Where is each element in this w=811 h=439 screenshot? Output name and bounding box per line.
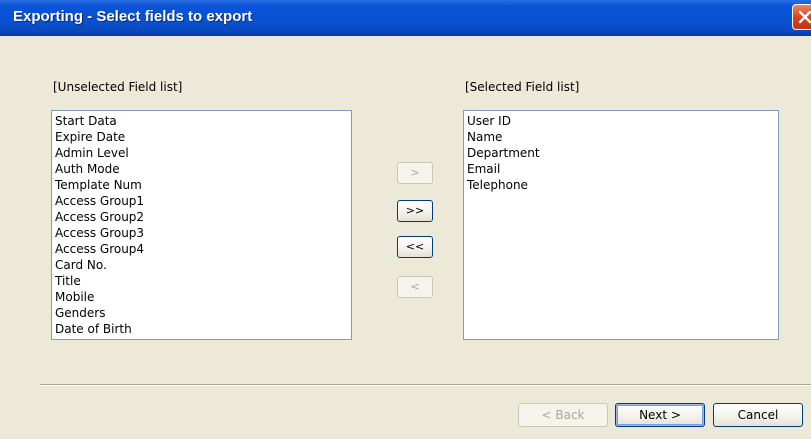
list-item[interactable]: Access Group3	[55, 225, 348, 241]
next-button[interactable]: Next >	[615, 403, 705, 427]
remove-field-button[interactable]: <	[397, 276, 433, 298]
unselected-field-list[interactable]: Start Data Expire Date Admin Level Auth Mod…	[51, 110, 352, 340]
list-item[interactable]: Date of Birth	[55, 321, 348, 337]
list-item[interactable]: Email	[467, 161, 775, 177]
list-item[interactable]: Card No.	[55, 257, 348, 273]
list-item[interactable]: Title	[55, 273, 348, 289]
list-item[interactable]: User ID	[467, 113, 775, 129]
footer-separator	[40, 384, 811, 386]
list-item[interactable]: Name	[467, 129, 775, 145]
close-icon	[798, 10, 811, 24]
back-button[interactable]: < Back	[518, 403, 608, 427]
list-item[interactable]: Mobile	[55, 289, 348, 305]
add-field-button[interactable]: >	[397, 162, 433, 184]
list-item[interactable]: Auth Mode	[55, 161, 348, 177]
list-item[interactable]: Template Num	[55, 177, 348, 193]
list-item[interactable]: Start Data	[55, 113, 348, 129]
list-item[interactable]: Access Group2	[55, 209, 348, 225]
list-item[interactable]: Department	[467, 145, 775, 161]
title-bar: Exporting - Select fields to export	[0, 0, 811, 36]
list-item[interactable]: Expire Date	[55, 129, 348, 145]
list-item[interactable]: Access Group1	[55, 193, 348, 209]
list-item[interactable]: Telephone	[467, 177, 775, 193]
remove-all-fields-button[interactable]: <<	[397, 236, 433, 258]
selected-caption: [Selected Field list]	[465, 80, 580, 94]
window-title: Exporting - Select fields to export	[13, 8, 253, 25]
add-all-fields-button[interactable]: >>	[397, 200, 433, 222]
list-item[interactable]: Genders	[55, 305, 348, 321]
unselected-caption: [Unselected Field list]	[53, 80, 183, 94]
selected-field-list[interactable]: User ID Name Department Email Telephone	[463, 110, 779, 340]
cancel-button[interactable]: Cancel	[713, 403, 803, 427]
list-item[interactable]: Admin Level	[55, 145, 348, 161]
list-item[interactable]: Access Group4	[55, 241, 348, 257]
close-button[interactable]	[792, 4, 811, 30]
